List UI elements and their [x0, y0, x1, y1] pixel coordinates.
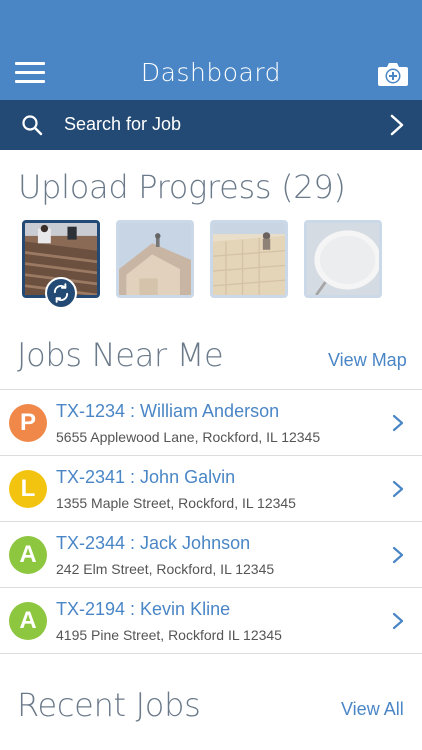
job-title: TX-1234 : William Anderson — [56, 401, 280, 421]
chevron-right-icon — [391, 413, 405, 433]
recent-jobs-title: Recent Jobs — [17, 686, 201, 724]
sync-icon — [45, 277, 77, 309]
job-address: 4195 Pine Street, Rockford IL 12345 — [56, 627, 282, 643]
camera-add-icon[interactable] — [377, 60, 409, 88]
job-status-badge: L — [9, 470, 47, 508]
job-row[interactable]: A TX-2194 : Kevin Kline 4195 Pine Street… — [0, 588, 422, 654]
chevron-right-icon — [387, 113, 407, 137]
upload-thumbnail[interactable] — [304, 220, 382, 298]
search-icon — [20, 113, 44, 137]
jobs-list: P TX-1234 : William Anderson 5655 Applew… — [0, 389, 422, 654]
job-address: 5655 Applewood Lane, Rockford, IL 12345 — [56, 429, 321, 445]
job-address: 1355 Maple Street, Rockford, IL 12345 — [56, 495, 296, 511]
job-status-badge: P — [9, 404, 47, 442]
search-label: Search for Job — [64, 114, 182, 134]
job-row[interactable]: P TX-1234 : William Anderson 5655 Applew… — [0, 390, 422, 456]
job-title: TX-2194 : Kevin Kline — [56, 599, 231, 619]
job-row[interactable]: L TX-2341 : John Galvin 1355 Maple Stree… — [0, 456, 422, 522]
job-status-badge: A — [9, 536, 47, 574]
upload-thumbnail[interactable] — [116, 220, 194, 298]
chevron-right-icon — [391, 479, 405, 499]
upload-thumbnail[interactable] — [210, 220, 288, 298]
job-status-badge: A — [9, 602, 47, 640]
view-map-link[interactable]: View Map — [328, 350, 407, 371]
job-title: TX-2341 : John Galvin — [56, 467, 236, 487]
job-address: 242 Elm Street, Rockford, IL 12345 — [56, 561, 275, 577]
view-all-link[interactable]: View All — [341, 699, 404, 720]
search-job-bar[interactable]: Search for Job — [0, 100, 422, 150]
chevron-right-icon — [391, 611, 405, 631]
jobs-near-me-title: Jobs Near Me — [17, 336, 224, 374]
job-row[interactable]: A TX-2344 : Jack Johnson 242 Elm Street,… — [0, 522, 422, 588]
page-title: Dashboard — [140, 58, 282, 87]
upload-progress-title: Upload Progress (29) — [18, 168, 346, 206]
app-header: Dashboard — [0, 0, 422, 100]
job-title: TX-2344 : Jack Johnson — [56, 533, 251, 553]
chevron-right-icon — [391, 545, 405, 565]
upload-thumbnails — [22, 220, 402, 310]
